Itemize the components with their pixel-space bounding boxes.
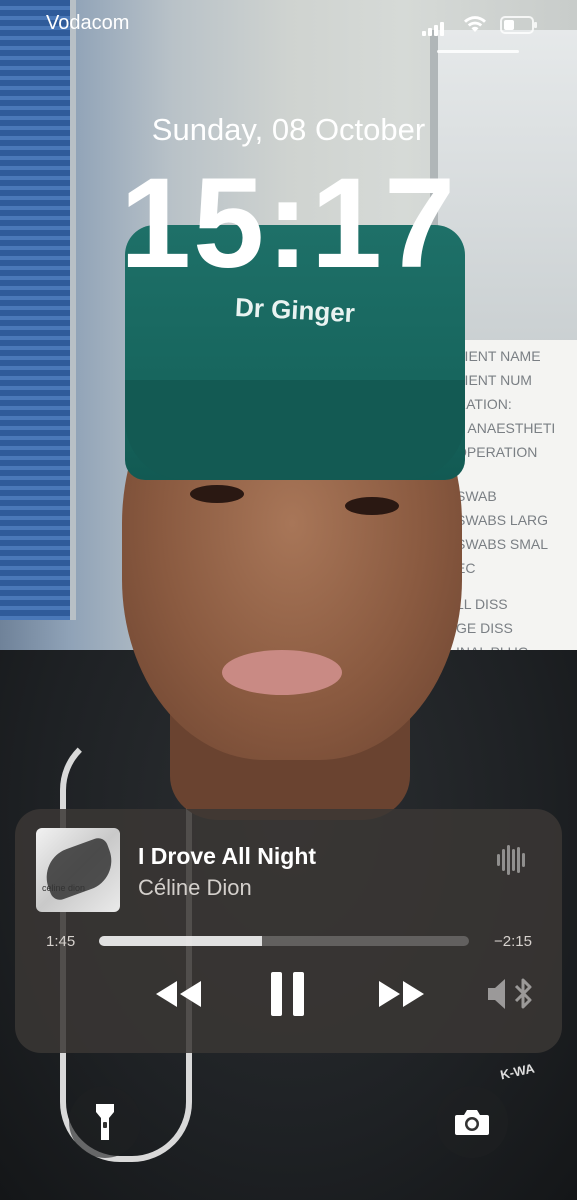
board-line: LL DISS xyxy=(456,596,508,612)
board-line: RATION: xyxy=(456,396,512,412)
status-bar: Vodacom xyxy=(0,10,577,53)
battery-icon xyxy=(500,16,537,34)
board-line: TIENT NAME xyxy=(456,348,541,364)
board-line: GE DISS xyxy=(456,620,513,636)
board-line: SWABS SMAL xyxy=(456,536,549,552)
lips xyxy=(222,650,342,695)
left-eye xyxy=(190,485,244,503)
pause-icon[interactable] xyxy=(268,971,308,1017)
jacket-text: K-WA xyxy=(498,1060,536,1083)
waveform-icon xyxy=(497,845,527,875)
camera-button[interactable] xyxy=(436,1086,508,1158)
rewind-icon[interactable] xyxy=(153,977,205,1011)
cap-band xyxy=(125,380,465,480)
board-line: EC xyxy=(456,560,476,576)
album-art-text: celine dion xyxy=(42,883,86,893)
flashlight-icon xyxy=(96,1104,114,1140)
board-line: T ANAESTHETI xyxy=(456,420,556,436)
lock-date: Sunday, 08 October xyxy=(151,112,426,147)
album-art[interactable]: celine dion xyxy=(36,828,120,912)
lock-time: 15:17 xyxy=(119,152,458,295)
progress-fill xyxy=(99,936,262,946)
board-line: SWAB xyxy=(456,488,497,504)
board-line: SWABS LARG xyxy=(456,512,549,528)
control-center-indicator[interactable] xyxy=(437,50,519,53)
camera-icon xyxy=(455,1110,489,1135)
board-line: OPERATION xyxy=(456,444,538,460)
wifi-icon xyxy=(464,16,486,32)
now-playing-widget[interactable]: celine dion I Drove All Night Céline Dio… xyxy=(15,809,562,1053)
track-title: I Drove All Night xyxy=(138,843,317,869)
track-artist: Céline Dion xyxy=(138,875,252,900)
board-line: TIENT NUM xyxy=(456,372,532,388)
window-blinds xyxy=(0,0,76,620)
carrier-label: Vodacom xyxy=(46,12,130,34)
cellular-signal-icon xyxy=(422,18,446,36)
fast-forward-icon[interactable] xyxy=(375,977,427,1011)
remaining-time: −2:15 xyxy=(494,933,532,950)
progress-scrubber[interactable] xyxy=(99,936,469,946)
flashlight-button[interactable] xyxy=(69,1086,141,1158)
elapsed-time: 1:45 xyxy=(46,933,76,950)
right-eye xyxy=(345,497,399,515)
audio-output-icon[interactable] xyxy=(485,975,537,1013)
